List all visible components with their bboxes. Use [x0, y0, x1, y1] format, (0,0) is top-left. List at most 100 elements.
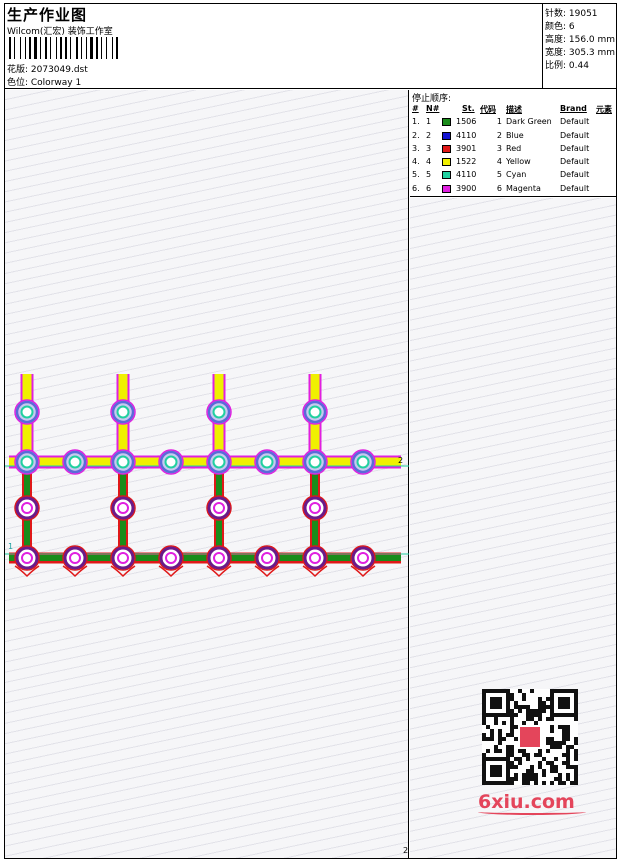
ring-inner: [165, 552, 177, 564]
row-needle: 2: [426, 130, 432, 140]
color-count: 颜色: 6: [545, 22, 575, 32]
color-swatch: [442, 158, 451, 167]
ring-inner: [212, 405, 226, 419]
ring-inner: [212, 455, 226, 469]
design-preview: 2 1 2: [5, 90, 409, 858]
ring-inner: [308, 455, 322, 469]
edge-marker: 2: [403, 846, 409, 855]
ring-inner: [309, 502, 321, 514]
row-marker-top: 2: [398, 456, 404, 465]
ring-inner: [164, 455, 178, 469]
col-element: 元素: [596, 105, 612, 114]
stop-sequence-title: 停止顺序:: [412, 94, 452, 104]
table-row: 6. 6 3900 6 Magenta Default: [412, 183, 614, 196]
row-stitches: 3901: [456, 143, 477, 153]
sheet-title: 生产作业图: [7, 6, 88, 24]
ring-inner: [261, 552, 273, 564]
design-scale: 比例: 0.44: [545, 61, 589, 71]
ring-inner: [69, 552, 81, 564]
production-sheet: 生产作业图 Wilcom(汇宏) 装饰工作室 花版: 2073049.dst 色…: [4, 3, 617, 859]
row-stitches: 4110: [456, 170, 477, 180]
header-left: 生产作业图 Wilcom(汇宏) 装饰工作室 花版: 2073049.dst 色…: [7, 4, 537, 89]
row-index: 3.: [412, 143, 420, 153]
color-swatch: [442, 131, 451, 140]
watermark-swoosh: [478, 809, 586, 815]
ring-inner: [308, 405, 322, 419]
row-index: 6.: [412, 183, 420, 193]
col-code: 代码: [480, 105, 496, 114]
embroidery-design: [5, 374, 409, 578]
table-row: 1. 1 1506 1 Dark Green Default: [412, 116, 614, 129]
ring-inner: [20, 455, 34, 469]
row-code: 6: [496, 183, 502, 193]
row-stitches: 4110: [456, 130, 477, 140]
ring-inner: [356, 455, 370, 469]
row-desc: Magenta: [506, 183, 541, 193]
row-brand: Default: [560, 143, 590, 153]
row-marker-bottom: 1: [8, 542, 14, 551]
ring-inner: [117, 552, 129, 564]
color-swatch: [442, 118, 451, 127]
ring-inner: [20, 405, 34, 419]
color-swatch: [442, 171, 451, 180]
col-brand: Brand: [560, 104, 587, 113]
watermark: 6xiu.com: [476, 685, 588, 817]
color-swatch: [442, 184, 451, 193]
ring-inner: [260, 455, 274, 469]
qr-code: [482, 689, 578, 785]
design-height: 高度: 156.0 mm: [545, 35, 616, 45]
row-desc: Dark Green: [506, 117, 552, 127]
row-brand: Default: [560, 157, 590, 167]
table-row: 5. 5 4110 5 Cyan Default: [412, 169, 614, 182]
table-body: 1. 1 1506 1 Dark Green Default 2. 2 4110 2 Blue Def…: [412, 116, 614, 196]
row-code: 2: [496, 130, 502, 140]
row-index: 5.: [412, 170, 420, 180]
row-needle: 5: [426, 170, 432, 180]
col-stitches: St.: [462, 104, 475, 113]
ring-inner: [117, 502, 129, 514]
row-stitches: 3900: [456, 183, 477, 193]
stitch-count: 针数: 19051: [545, 9, 598, 19]
row-desc: Cyan: [506, 170, 527, 180]
col-desc: 描述: [506, 105, 522, 114]
row-code: 5: [496, 170, 502, 180]
row-index: 4.: [412, 157, 420, 167]
row-desc: Yellow: [506, 157, 531, 167]
ring-inner: [21, 552, 33, 564]
row-stitches: 1522: [456, 157, 477, 167]
table-row: 2. 2 4110 2 Blue Default: [412, 130, 614, 143]
row-index: 1.: [412, 117, 420, 127]
table-row: 3. 3 3901 3 Red Default: [412, 143, 614, 156]
table-header: # N# St. 代码 描述 Brand 元素: [412, 103, 614, 116]
row-needle: 4: [426, 157, 432, 167]
row-needle: 3: [426, 143, 432, 153]
table-row: 4. 4 1522 4 Yellow Default: [412, 156, 614, 169]
colorway: 色位: Colorway 1: [7, 78, 82, 88]
ring-inner: [357, 552, 369, 564]
row-index: 2.: [412, 130, 420, 140]
col-index: #: [412, 104, 419, 113]
ring-inner: [21, 502, 33, 514]
ring-inner: [309, 552, 321, 564]
row-desc: Red: [506, 143, 522, 153]
design-width: 宽度: 305.3 mm: [545, 48, 616, 58]
row-code: 3: [496, 143, 502, 153]
company-name: Wilcom(汇宏) 装饰工作室: [7, 27, 113, 37]
row-desc: Blue: [506, 130, 524, 140]
ring-inner: [116, 455, 130, 469]
design-file: 花版: 2073049.dst: [7, 65, 88, 75]
ring-inner: [116, 405, 130, 419]
stop-sequence-table: 停止顺序: # N# St. 代码 描述 Brand 元素 1. 1 1506 1 Da…: [410, 90, 616, 197]
row-code: 4: [496, 157, 502, 167]
row-needle: 1: [426, 117, 432, 127]
row-brand: Default: [560, 183, 590, 193]
stats-box: 针数: 19051 颜色: 6 高度: 156.0 mm 宽度: 305.3 m…: [542, 4, 616, 89]
ring-inner: [213, 552, 225, 564]
row-code: 1: [496, 117, 502, 127]
row-needle: 6: [426, 183, 432, 193]
row-brand: Default: [560, 170, 590, 180]
color-swatch: [442, 144, 451, 153]
ring-inner: [68, 455, 82, 469]
sheet-header: 生产作业图 Wilcom(汇宏) 装饰工作室 花版: 2073049.dst 色…: [5, 4, 616, 89]
row-stitches: 1506: [456, 117, 477, 127]
